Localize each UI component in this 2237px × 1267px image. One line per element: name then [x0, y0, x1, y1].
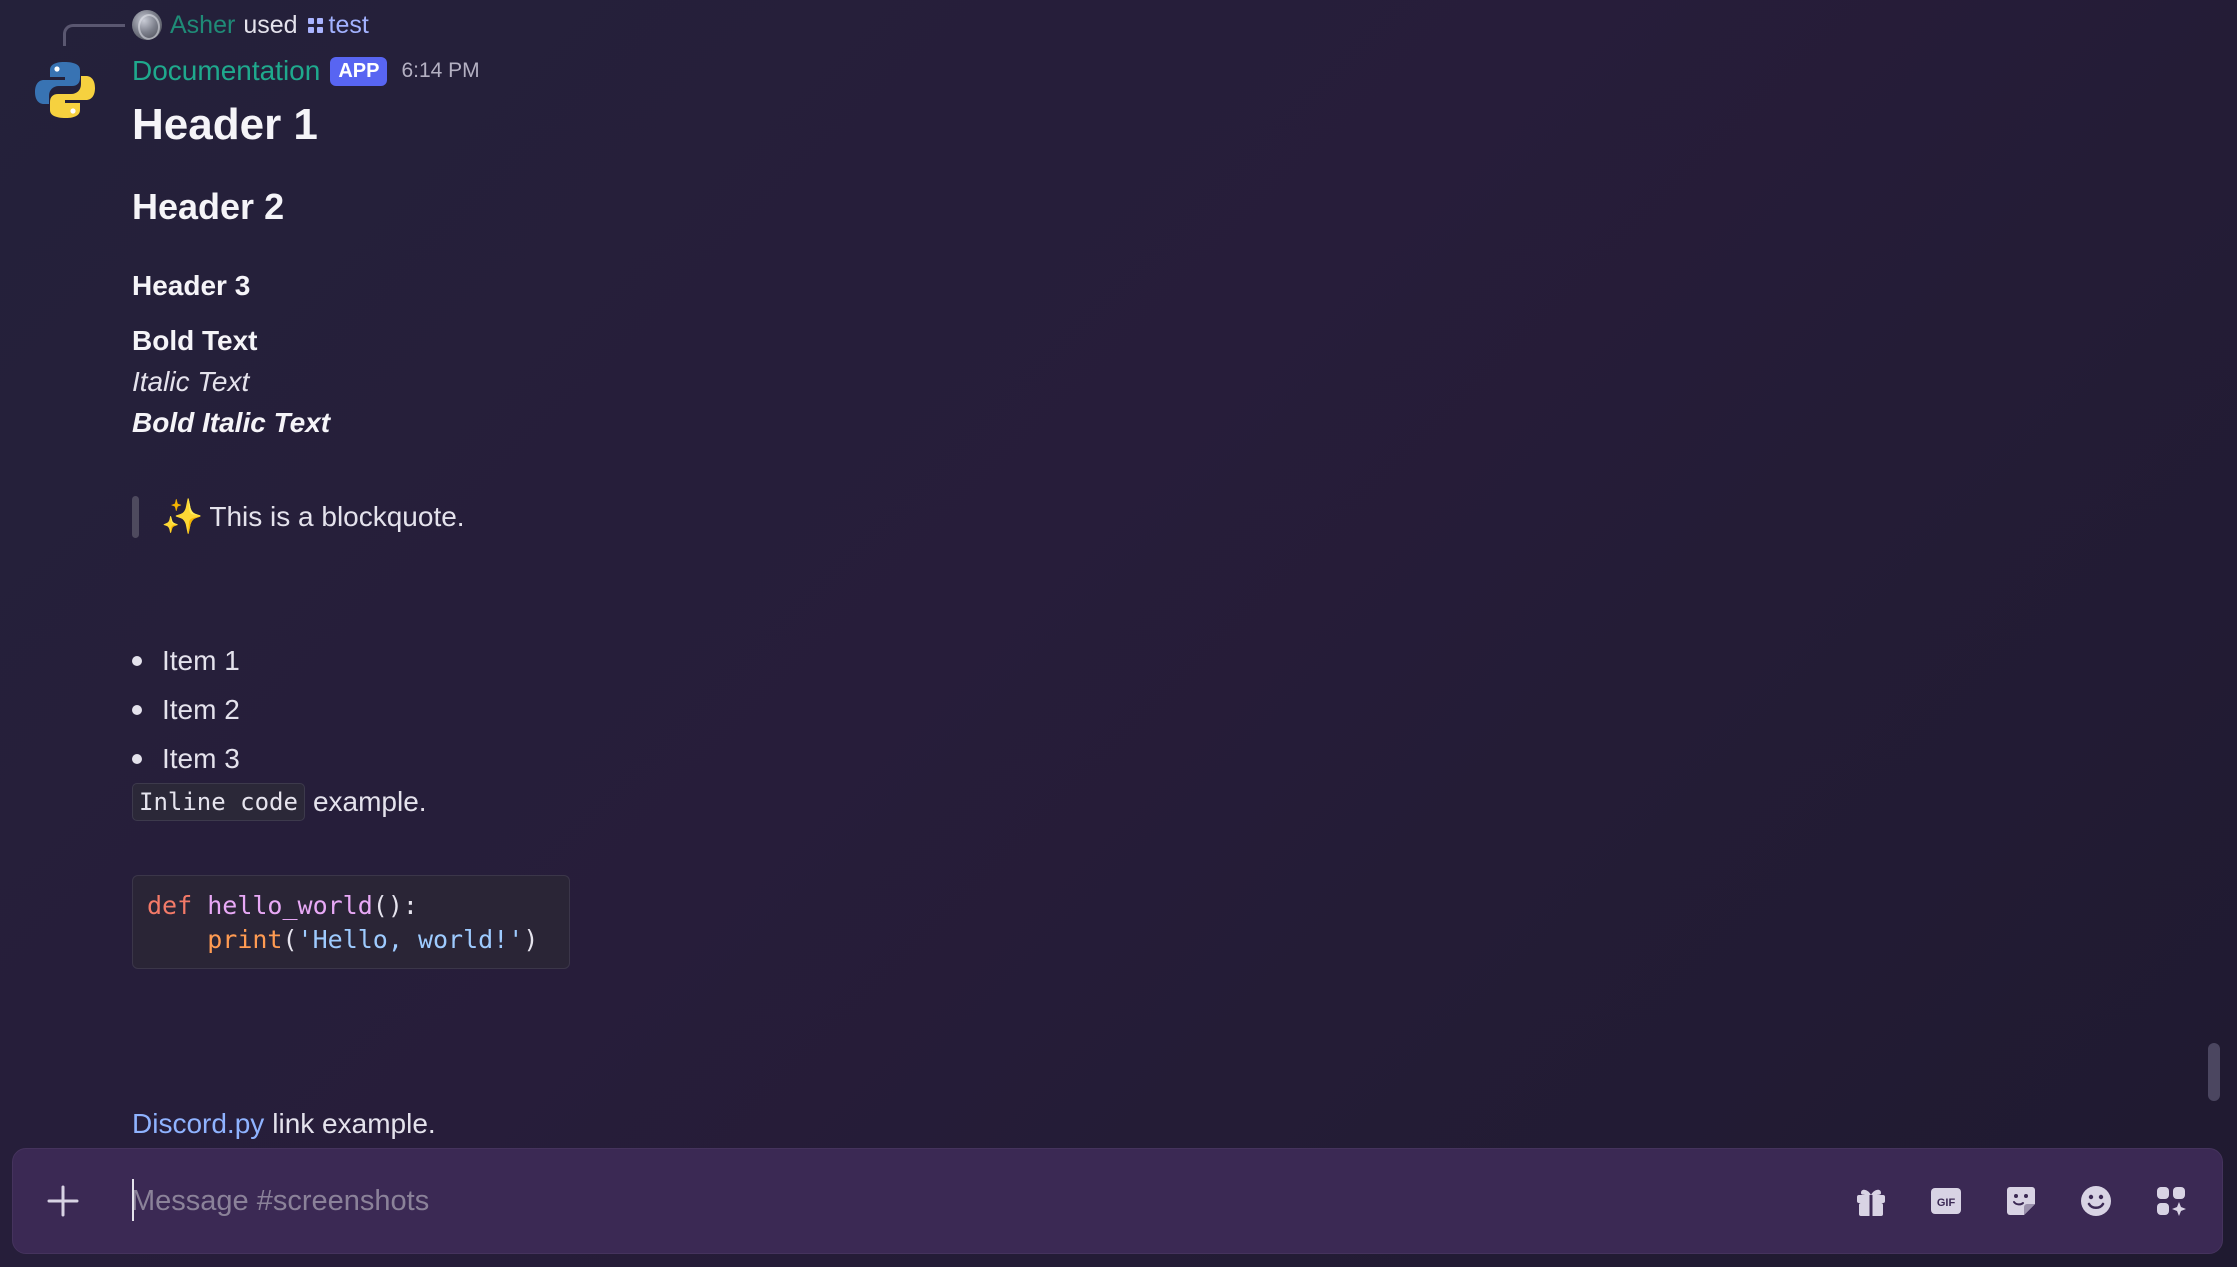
message-timestamp: 6:14 PM: [401, 59, 480, 82]
link-line: Discord.py link example.: [132, 1104, 436, 1144]
python-logo-avatar[interactable]: [33, 58, 97, 122]
plus-icon[interactable]: [13, 1149, 113, 1253]
code-block: def hello_world(): print('Hello, world!'…: [132, 875, 570, 969]
code-string: 'Hello, world!': [297, 925, 524, 954]
reply-connector: [63, 24, 125, 46]
reply-used-label: used: [243, 10, 298, 39]
header-1: Header 1: [132, 100, 318, 149]
list-item: Item 2: [132, 685, 240, 734]
inline-code-suffix: example.: [312, 786, 427, 817]
apps-icon[interactable]: [2150, 1180, 2192, 1222]
emoji-icon[interactable]: [2075, 1180, 2117, 1222]
code-keyword: def: [147, 891, 193, 920]
discordpy-link[interactable]: Discord.py: [132, 1108, 264, 1140]
sticker-icon[interactable]: [2000, 1180, 2042, 1222]
message-content: Documentation APP 6:14 PM Header 1 Heade…: [132, 50, 1432, 1139]
code-punct: (: [282, 925, 298, 954]
blockquote: ✨ This is a blockquote.: [132, 496, 465, 538]
inline-code: Inline code: [132, 783, 305, 821]
list-item: Item 3: [132, 734, 240, 783]
command-reply-line: Asher used test: [132, 6, 369, 44]
code-punct: ():: [372, 891, 418, 920]
bullet-list: Item 1 Item 2 Item 3: [132, 636, 240, 783]
header-3: Header 3: [132, 270, 251, 301]
header-2: Header 2: [132, 186, 285, 227]
bot-username[interactable]: Documentation: [132, 55, 320, 87]
link-suffix: link example.: [272, 1108, 436, 1139]
blockquote-text: This is a blockquote.: [209, 501, 465, 532]
bold-italic-text: Bold Italic Text: [132, 407, 331, 438]
app-badge: APP: [330, 56, 388, 86]
svg-text:GIF: GIF: [1937, 1197, 1956, 1209]
code-punct: ): [523, 925, 539, 954]
bullet-icon: [132, 753, 142, 764]
bullet-icon: [132, 655, 142, 666]
scrollbar-thumb[interactable]: [2208, 1043, 2220, 1101]
message-list: Asher used test Documentation APP 6:14 P…: [0, 0, 2237, 1145]
italic-text: Italic Text: [132, 366, 250, 397]
list-item: Item 1: [132, 636, 240, 685]
gift-icon[interactable]: [1850, 1180, 1892, 1222]
slash-command-icon: [307, 17, 323, 33]
user-avatar[interactable]: [132, 10, 162, 40]
command-name[interactable]: test: [329, 11, 369, 40]
composer-actions: GIF: [1817, 1180, 2192, 1222]
code-builtin: print: [207, 925, 283, 954]
bold-text: Bold Text: [132, 325, 258, 356]
sparkles-icon: ✨: [161, 498, 204, 536]
reply-username[interactable]: Asher: [170, 11, 235, 40]
bullet-icon: [132, 704, 142, 715]
message-input[interactable]: [113, 1170, 1817, 1232]
blockquote-bar: [132, 496, 139, 538]
code-function-name: hello_world: [207, 891, 373, 920]
message-header: Documentation APP 6:14 PM: [132, 50, 1432, 92]
inline-code-line: Inline code example.: [132, 782, 427, 822]
message-composer: GIF: [12, 1148, 2223, 1254]
gif-icon[interactable]: GIF: [1925, 1180, 1967, 1222]
text-caret: [132, 1179, 134, 1221]
